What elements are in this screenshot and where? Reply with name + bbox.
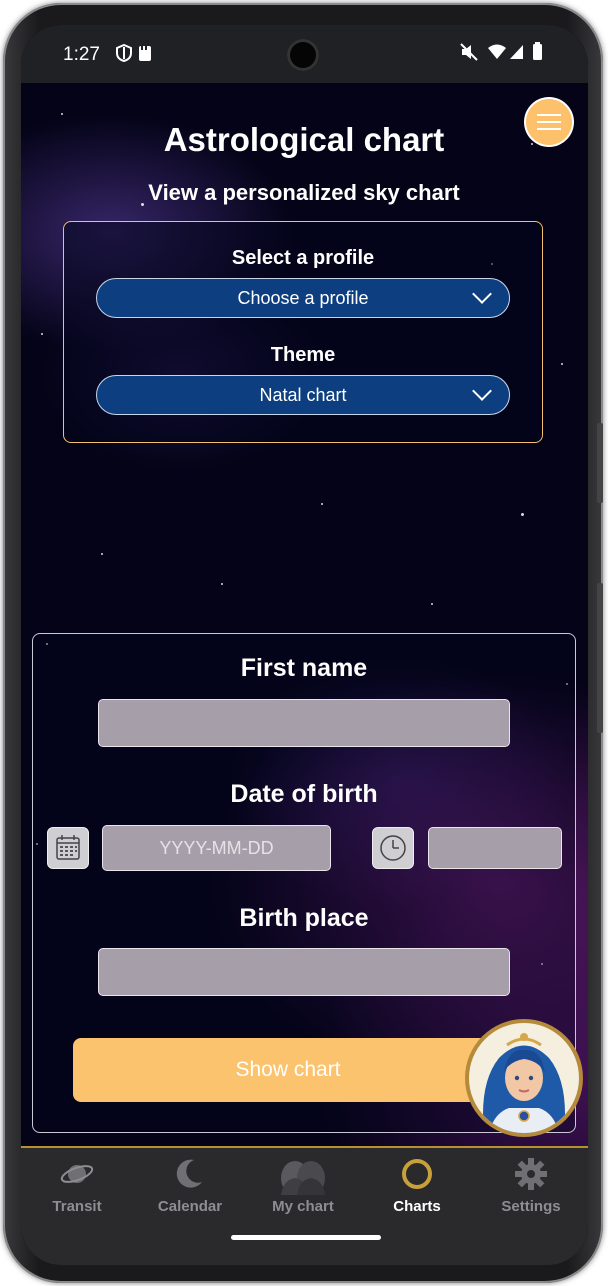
nav-label-charts: Charts: [393, 1198, 441, 1215]
nav-item-settings[interactable]: Settings: [476, 1156, 586, 1215]
theme-label: Theme: [270, 344, 336, 366]
nav-item-transit[interactable]: Transit: [22, 1156, 132, 1215]
nav-label-calendar: Calendar: [157, 1198, 223, 1215]
profile-select-value: Choose a profile: [237, 288, 369, 308]
woman-avatar-icon: [483, 1033, 565, 1133]
birth-place-input[interactable]: [98, 948, 510, 996]
nav-label-transit: Transit: [52, 1198, 102, 1215]
date-of-birth-label: Date of birth: [230, 780, 378, 808]
phone-frame: 1:27 Astrological chart View a personali…: [3, 3, 603, 1283]
menu-button[interactable]: [526, 99, 572, 145]
moon-icon: [176, 1159, 202, 1188]
clock-icon: [380, 835, 406, 861]
status-system-icons: [460, 42, 542, 61]
theme-select[interactable]: Natal chart: [96, 375, 510, 415]
birth-place-label: Birth place: [239, 904, 369, 932]
calendar-icon: [56, 835, 80, 860]
volume-button: [597, 423, 603, 503]
power-button: [597, 583, 603, 733]
nav-item-calendar[interactable]: Calendar: [135, 1156, 245, 1215]
date-input[interactable]: YYYY-MM-DD: [102, 825, 331, 871]
saturn-icon: [60, 1165, 94, 1183]
gear-icon: [515, 1158, 547, 1190]
hamburger-icon: [537, 114, 561, 116]
status-right-icons: [460, 42, 550, 67]
calendar-button[interactable]: [47, 827, 89, 869]
assistant-avatar[interactable]: [469, 1023, 579, 1133]
nav-item-my-chart[interactable]: My chart: [248, 1156, 358, 1215]
shield-icon: [116, 43, 151, 63]
front-camera: [287, 39, 319, 71]
home-indicator[interactable]: [231, 1235, 381, 1240]
chevron-down-icon: [472, 381, 492, 401]
first-name-input[interactable]: [98, 699, 510, 747]
profile-panel: Select a profile Choose a profile Theme …: [63, 221, 543, 443]
status-bar: 1:27: [21, 25, 588, 83]
page-subtitle: View a personalized sky chart: [148, 180, 460, 205]
time-button[interactable]: [372, 827, 414, 869]
page-title: Astrological chart: [163, 121, 445, 158]
theme-select-value: Natal chart: [259, 385, 347, 405]
time-input[interactable]: [428, 827, 562, 869]
nav-label-settings: Settings: [501, 1198, 561, 1215]
bottom-navigation: Transit Calendar My chart Charts Setting…: [21, 1146, 588, 1265]
profile-select[interactable]: Choose a profile: [96, 278, 510, 318]
status-time: 1:27: [63, 44, 100, 65]
screen: 1:27 Astrological chart View a personali…: [21, 25, 588, 1265]
nav-item-charts[interactable]: Charts: [362, 1156, 472, 1215]
first-name-label: First name: [240, 654, 368, 682]
show-chart-button[interactable]: Show chart: [73, 1038, 503, 1102]
profile-label: Select a profile: [231, 247, 375, 269]
nav-label-my-chart: My chart: [272, 1198, 334, 1215]
chevron-down-icon: [472, 284, 492, 304]
ring-icon: [402, 1159, 432, 1189]
status-left-icons: [116, 43, 156, 68]
